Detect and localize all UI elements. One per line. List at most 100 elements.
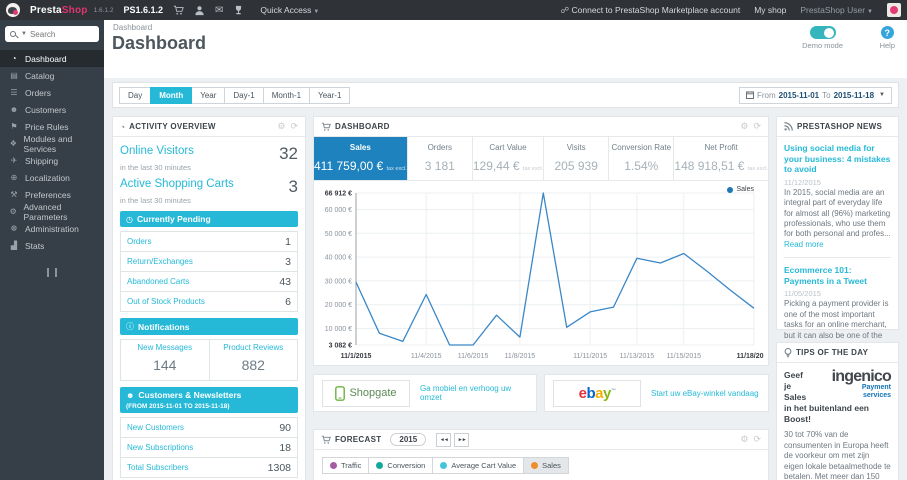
svg-text:10 000 €: 10 000 € [325,326,352,333]
kpi-row: Sales 411 759,00 € tax excl. Orders 3 18… [314,137,768,181]
kpi-label: Visits [566,143,586,152]
notifications-table: New Messages 144 Product Reviews 882 [120,339,298,381]
sidebar-item-dashboard[interactable]: ◔ Dashboard [0,50,104,67]
customers-date-range: (FROM 2015-11-01 TO 2015-11-18) [126,403,230,410]
sidebar-item-label: Preferences [25,189,71,200]
gear-icon[interactable]: ⚙ [277,121,285,132]
sidebar-collapse-icon[interactable] [47,268,57,277]
range-day-button[interactable]: Day [119,86,152,104]
kpi-note: tax excl. [747,166,768,172]
sidebar-item-modules[interactable]: ❖ Modules and Services [0,134,104,154]
marketplace-link[interactable]: ☍ Connect to PrestaShop Marketplace acco… [561,5,741,16]
range-month-button[interactable]: Month [150,86,193,104]
sidebar-item-advanced-parameters[interactable]: ⚙ Advanced Parameters [0,202,104,222]
sidebar-item-label: Stats [25,240,45,251]
kpi-visits[interactable]: Visits 205 939 [544,137,610,180]
svg-text:11/13/2015: 11/13/2015 [620,353,655,360]
search-input[interactable] [29,29,94,39]
sidebar-item-administration[interactable]: ☸ Administration [0,220,104,237]
kpi-sales[interactable]: Sales 411 759,00 € tax excl. [314,137,408,180]
ebay-link[interactable]: Start uw eBay-winkel vandaag [651,389,759,398]
pending-returns-value: 3 [285,255,291,268]
ebay-logo: ebay™ [553,379,641,407]
prestashop-logo-icon[interactable] [6,3,20,17]
cart-icon[interactable] [173,5,184,16]
brand-shop: Shop [61,4,88,16]
ebay-banner[interactable]: ebay™ Start uw eBay-winkel vandaag [544,374,769,412]
sidebar-item-stats[interactable]: ▟ Stats [0,237,104,254]
chevron-down-icon[interactable]: ▼ [21,31,27,37]
shop-code-label: PS1.6.1.2 [123,5,163,15]
pending-orders-link[interactable]: Orders [127,237,151,246]
news-article-title[interactable]: Ecommerce 101: Payments in a Tweet [784,265,891,286]
help-label: Help [879,41,895,50]
total-subscribers-link[interactable]: Total Subscribers [127,463,188,472]
svg-text:11/6/2015: 11/6/2015 [458,353,489,360]
active-carts-link[interactable]: Active Shopping Carts [120,178,234,190]
quick-access-menu[interactable]: Quick Access ▼ [260,5,319,15]
gear-icon[interactable]: ⚙ [740,121,748,132]
breadcrumb[interactable]: Dashboard [113,23,152,32]
range-year-1-button[interactable]: Year-1 [309,86,351,104]
kpi-conversion-rate[interactable]: Conversion Rate 1.54% [609,137,675,180]
kpi-label: Orders [427,143,453,152]
svg-text:11/1/2015: 11/1/2015 [341,353,372,360]
range-month-1-button[interactable]: Month-1 [262,86,311,104]
calendar-icon [745,91,754,99]
kpi-orders[interactable]: Orders 3 181 [408,137,473,180]
product-reviews-link[interactable]: Product Reviews [212,343,296,352]
forecast-chip-average-cart-value[interactable]: Average Cart Value [432,457,525,474]
gear-icon[interactable]: ⚙ [740,434,748,445]
forecast-chip-conversion[interactable]: Conversion [368,457,434,474]
dashboard-panel-title: DASHBOARD [335,122,390,131]
refresh-icon[interactable]: ⟳ [753,434,761,445]
shopgate-link[interactable]: Ga mobiel en verhoog uw omzet [420,384,528,402]
avatar[interactable] [887,3,901,17]
forecast-year-selector[interactable]: 2015 [390,433,427,446]
sidebar-item-customers[interactable]: ☻ Customers [0,101,104,118]
my-shop-link[interactable]: My shop [754,5,786,15]
cart-icon [321,435,331,444]
tip-content[interactable]: ingenico Payment services Geef je Sales i… [777,363,898,480]
forecast-panel-header: FORECAST 2015 ◄◄ ►► ⚙ ⟳ [314,430,768,450]
abandoned-carts-link[interactable]: Abandoned Carts [127,277,189,286]
kpi-net-profit[interactable]: Net Profit 148 918,51 € tax excl. [674,137,768,180]
help-icon[interactable]: ? [880,26,894,39]
online-visitors-link[interactable]: Online Visitors [120,145,194,157]
sidebar-item-preferences[interactable]: ⚒ Preferences [0,186,104,203]
refresh-icon[interactable]: ⟳ [753,121,761,132]
mail-icon[interactable]: ✉ [215,5,223,16]
read-more-link[interactable]: Read more [784,240,824,249]
kpi-value: 129,44 € tax excl. [472,159,544,173]
forecast-chip-traffic[interactable]: Traffic [322,457,370,474]
kpi-cart-value[interactable]: Cart Value 129,44 € tax excl. [472,137,545,180]
pending-returns-link[interactable]: Return/Exchanges [127,257,193,266]
sidebar-item-shipping[interactable]: ✈ Shipping [0,152,104,169]
forecast-chip-sales[interactable]: Sales [523,457,569,474]
sidebar-item-price-rules[interactable]: ⚑ Price Rules [0,118,104,135]
dashboard-panel: DASHBOARD ⚙ ⟳ Sales 411 759,00 € tax excl… [313,116,769,366]
new-customers-link[interactable]: New Customers [127,423,184,432]
next-year-button[interactable]: ►► [454,432,470,447]
new-subscriptions-link[interactable]: New Subscriptions [127,443,193,452]
trophy-icon[interactable] [233,5,244,16]
news-article-title[interactable]: Using social media for your business: 4 … [784,143,891,175]
sidebar-item-orders[interactable]: ☰ Orders [0,84,104,101]
sidebar-item-localization[interactable]: ⊕ Localization [0,169,104,186]
user-menu[interactable]: PrestaShop User ▼ [800,5,873,15]
sidebar-item-catalog[interactable]: ▤ Catalog [0,67,104,84]
refresh-icon[interactable]: ⟳ [290,121,298,132]
range-day-1-button[interactable]: Day-1 [224,86,264,104]
shopgate-banner[interactable]: Shopgate Ga mobiel en verhoog uw omzet [313,374,537,412]
user-icon[interactable] [194,5,205,16]
chart-legend[interactable]: Sales [727,186,754,193]
date-range-picker[interactable]: From 2015-11-01 To 2015-11-18 ▼ [738,86,892,104]
previous-year-button[interactable]: ◄◄ [436,432,452,447]
range-year-button[interactable]: Year [191,86,226,104]
shopgate-wordmark: Shopgate [349,387,397,399]
search-icon[interactable] [10,31,16,37]
out-of-stock-link[interactable]: Out of Stock Products [127,297,205,306]
new-messages-link[interactable]: New Messages [123,343,207,352]
clock-icon: ◷ [126,214,133,224]
demo-mode-toggle[interactable] [809,26,836,39]
